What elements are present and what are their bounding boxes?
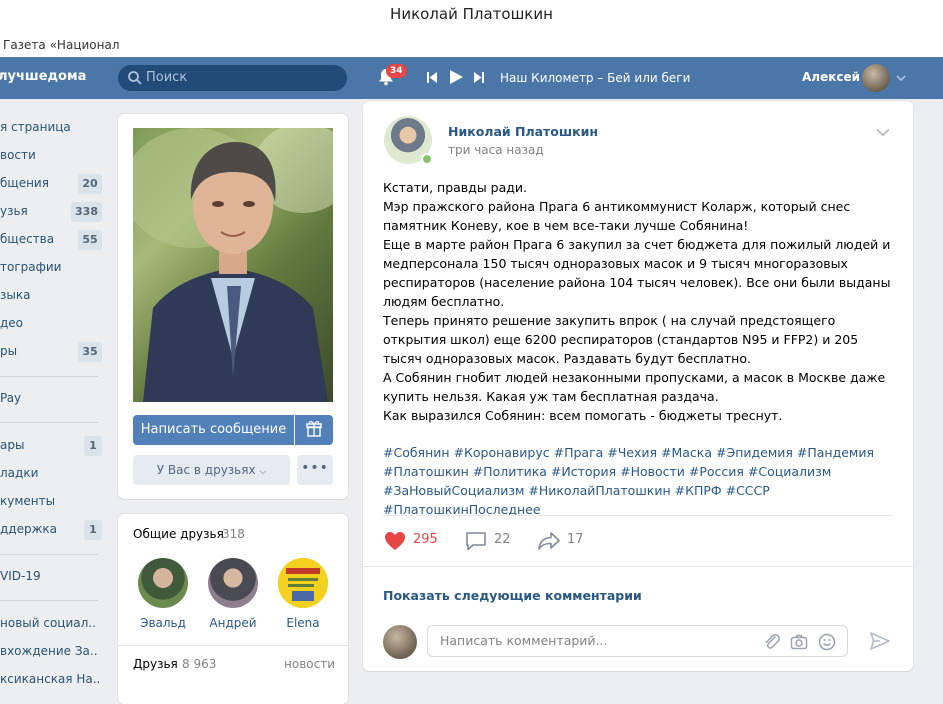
post-paragraph: Еще в марте район Прага 6 закупил за сче…: [383, 237, 891, 309]
count-badge: 338: [71, 202, 102, 222]
sidebar-item-news[interactable]: вости: [0, 148, 36, 162]
hashtag-line[interactable]: #Собянин #Коронавирус #Прага #Чехия #Мас…: [383, 443, 898, 462]
sidebar-item-my-page[interactable]: я страница: [0, 120, 71, 134]
sidebar-item-pay[interactable]: Pay: [0, 391, 21, 405]
friends-news-link[interactable]: новости: [284, 657, 335, 671]
mutual-friends-title[interactable]: Общие друзья: [133, 527, 224, 541]
shares-count[interactable]: 17: [567, 532, 584, 547]
camera-icon[interactable]: [790, 633, 808, 651]
more-actions-button[interactable]: •••: [297, 455, 333, 485]
post-hashtags: #Собянин #Коронавирус #Прага #Чехия #Мас…: [383, 443, 898, 519]
sidebar-item-communities[interactable]: бщества: [0, 232, 54, 246]
site-brand[interactable]: лучшедома: [0, 69, 86, 84]
count-badge: 20: [78, 174, 102, 194]
sidebar-item-video[interactable]: део: [0, 316, 23, 330]
current-track[interactable]: Наш Километр – Бей или беги: [500, 71, 690, 85]
sidebar-item-group[interactable]: новый социал..: [0, 616, 96, 630]
user-avatar[interactable]: [862, 64, 890, 92]
friend-avatar[interactable]: [208, 558, 258, 608]
friends-title[interactable]: Друзья: [133, 657, 178, 671]
hashtag-line[interactable]: #ЗаНовыйСоциализм #НиколайПлатошкин #КПР…: [383, 481, 898, 519]
chevron-down-icon[interactable]: [876, 128, 890, 137]
sidebar-item-documents[interactable]: кументы: [0, 494, 55, 508]
likes-count[interactable]: 295: [413, 532, 438, 547]
profile-photo[interactable]: [133, 128, 333, 402]
mutual-friends-card: [118, 514, 348, 704]
post-paragraph: Как выразился Собянин: всем помогать - б…: [383, 408, 783, 423]
post-divider: [363, 566, 913, 567]
friend-avatar[interactable]: [278, 558, 328, 608]
friend-name[interactable]: Elena: [268, 616, 338, 630]
sidebar-item-goods[interactable]: ары: [0, 438, 24, 452]
search-icon: [128, 71, 142, 85]
send-icon[interactable]: [870, 632, 890, 650]
friend-name[interactable]: Эвальд: [128, 616, 198, 630]
window-title: Николай Платошкин: [0, 0, 943, 33]
hashtag-line[interactable]: #Платошкин #Политика #История #Новости #…: [383, 462, 898, 481]
commenter-avatar[interactable]: [383, 625, 417, 659]
friends-count: 8 963: [182, 657, 217, 671]
attach-icon[interactable]: [763, 633, 781, 651]
comments-count[interactable]: 22: [494, 532, 511, 547]
user-name[interactable]: Алексей: [802, 70, 860, 84]
sidebar-item-games[interactable]: ры: [0, 344, 17, 358]
online-indicator: [421, 153, 433, 165]
sidebar-divider: [0, 600, 98, 601]
sidebar-item-friends[interactable]: узья: [0, 204, 28, 218]
post-paragraph: Кстати, правды ради.: [383, 180, 527, 195]
post-time[interactable]: три часа назад: [448, 143, 544, 157]
sidebar-item-group[interactable]: вхождение За..: [0, 644, 98, 658]
post-divider: [383, 515, 893, 516]
sidebar-divider: [0, 422, 98, 423]
gift-button[interactable]: [295, 415, 333, 445]
mutual-friends-count: 318: [222, 527, 245, 541]
post-paragraph: Теперь принято решение закупить впрок ( …: [383, 313, 859, 366]
sidebar-item-bookmarks[interactable]: ладки: [0, 466, 38, 480]
sidebar-item-music[interactable]: зыка: [0, 288, 30, 302]
sidebar-item-photos[interactable]: тографии: [0, 260, 61, 274]
count-badge: 1: [84, 436, 102, 456]
count-badge: 35: [78, 342, 102, 362]
heart-icon[interactable]: [384, 531, 406, 551]
browser-tab-bar: [0, 33, 943, 57]
smile-icon[interactable]: [818, 633, 836, 651]
previous-track-icon[interactable]: [427, 72, 437, 83]
post-author-name[interactable]: Николай Платошкин: [448, 124, 598, 139]
friend-name[interactable]: Андрей: [198, 616, 268, 630]
chevron-down-icon: ⌵: [259, 467, 267, 477]
comment-icon[interactable]: [465, 531, 487, 551]
notification-badge: 34: [386, 64, 407, 78]
count-badge: 1: [84, 520, 102, 540]
sidebar-item-messages[interactable]: бщения: [0, 176, 49, 190]
share-icon[interactable]: [537, 531, 561, 551]
show-more-comments-link[interactable]: Показать следующие комментарии: [383, 588, 642, 603]
sidebar-item-covid[interactable]: VID-19: [0, 569, 41, 583]
sidebar-divider: [0, 376, 98, 377]
friend-status-button[interactable]: У Вас в друзьях ⌵: [133, 455, 290, 485]
post-paragraph: Мэр пражского района Прага 6 антикоммуни…: [383, 199, 851, 233]
comment-placeholder: Написать комментарий...: [440, 633, 608, 648]
count-badge: 55: [78, 230, 102, 250]
sidebar-item-support[interactable]: ддержка: [0, 522, 57, 536]
play-icon[interactable]: [450, 70, 463, 84]
write-message-button[interactable]: Написать сообщение: [133, 415, 294, 445]
book-cover-image: [278, 558, 328, 608]
chevron-down-icon[interactable]: [896, 74, 906, 82]
friend-avatar[interactable]: [138, 558, 188, 608]
sidebar-item-group[interactable]: ксиканская На..: [0, 672, 100, 686]
portrait-image: [133, 128, 333, 402]
post-paragraph: А Собянин гнобит людей незаконными пропу…: [383, 370, 886, 404]
friend-status-label: У Вас в друзьях: [156, 463, 256, 477]
gift-icon: [306, 421, 322, 437]
card-divider: [118, 645, 348, 646]
next-track-icon[interactable]: [474, 72, 484, 83]
post-text: Кстати, правды ради. Мэр пражского район…: [383, 178, 893, 425]
search-placeholder: Поиск: [146, 70, 188, 85]
sidebar-divider: [0, 554, 98, 555]
browser-tab[interactable]: Газета «Национал: [3, 38, 120, 52]
